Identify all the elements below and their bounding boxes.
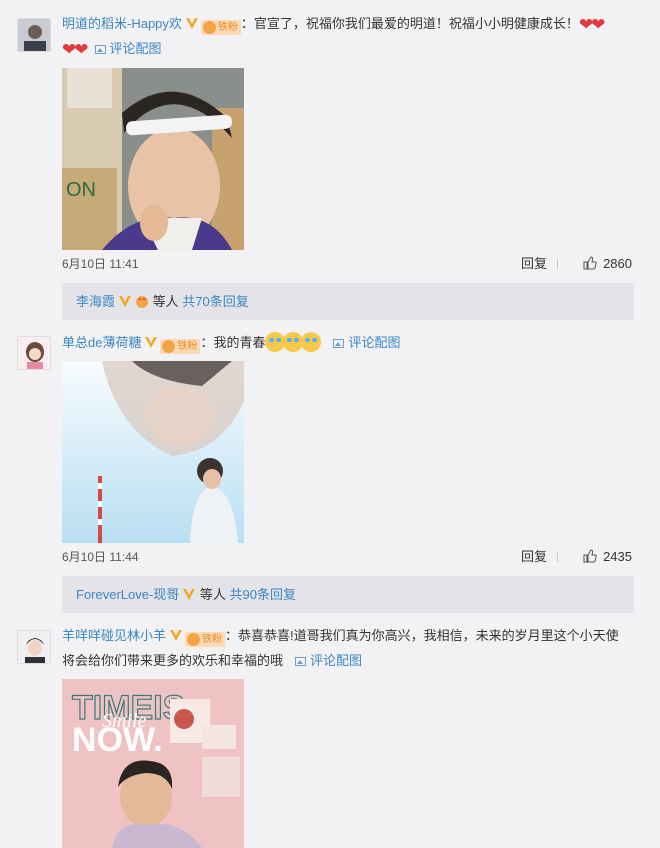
heart-icon: ❤❤ [62,40,88,59]
comment-time: 6月10日 11:44 [62,550,139,564]
verified-v-icon [145,337,158,348]
svg-text:ON: ON [66,179,96,201]
picture-icon [94,45,106,54]
photo-script: Smile [102,710,147,732]
reply-total-link[interactable]: 共90条回复 [230,587,296,602]
comment-line-2: ❤❤ 评论配图 [62,37,648,62]
divider [557,259,558,269]
verified-v-icon [170,630,183,641]
crying-emoji-icon [283,332,304,352]
comment-photo[interactable]: ON [62,68,244,250]
divider [557,552,558,562]
comment-line: 单总de薄荷糖 铁粉 ：我的青春 评论配图 [62,331,648,355]
comment-line: 羊咩咩碰见林小羊 铁粉 ：恭喜恭喜!道哥我们真为你高兴，我相信，未来的岁月里这个小天… [62,624,648,648]
fan-crown-icon [136,296,149,308]
reply-button[interactable]: 回复 [521,547,547,567]
username-link[interactable]: 羊咩咩碰见林小羊 [62,628,166,643]
avatar[interactable] [17,336,51,370]
comment-photo[interactable] [62,361,244,543]
thumbs-up-icon [583,256,597,270]
username-link[interactable]: 单总de薄荷糖 [62,335,141,350]
crying-emoji-icon [265,332,286,352]
reply-total-link[interactable]: 共70条回复 [182,294,248,309]
verified-v-icon [119,296,132,307]
picture-icon [333,339,345,348]
reply-summary[interactable]: 李海霞 等人 共70条回复 [62,283,634,320]
like-button[interactable]: 2860 [583,254,632,274]
reply-username[interactable]: ForeverLove-现哥 [76,587,179,602]
fan-badge[interactable]: 铁粉 [200,20,241,35]
comment-pic-link[interactable]: 评论配图 [94,41,162,56]
fan-badge-icon [162,340,176,353]
comment-photo[interactable]: TIMEIS NOW. Smile [62,679,244,848]
fan-badge-icon [202,21,216,34]
like-button[interactable]: 2435 [583,547,632,567]
reply-summary[interactable]: ForeverLove-现哥 等人 共90条回复 [62,576,634,613]
comment-meta: 6月10日 11:44 回复 2435 [62,547,632,567]
comment-meta: 6月10日 11:41 回复 2860 [62,254,632,274]
reply-suffix: 等人 [196,587,230,602]
reply-username[interactable]: 李海霞 [76,294,115,309]
avatar[interactable] [17,630,51,664]
fan-badge[interactable]: 铁粉 [160,339,201,354]
avatar[interactable] [17,18,51,52]
comment-text-cont: 将会给你们带来更多的欢乐和幸福的哦 [62,653,284,668]
like-count: 2435 [603,549,632,564]
comment-pic-link[interactable]: 评论配图 [295,653,362,668]
comment-line-2: 将会给你们带来更多的欢乐和幸福的哦 评论配图 [62,649,648,673]
reply-suffix: 等人 [149,294,183,309]
heart-icon: ❤❤ [578,15,605,34]
comment-text: ：官宣了，祝福你我们最爱的明道！祝福小小明健康成长！ [240,16,579,31]
username-link[interactable]: 明道的稻米-Happy欢 [62,16,182,31]
picture-icon [295,657,307,666]
comment-text: ：恭喜恭喜!道哥我们真为你高兴，我相信，未来的岁月里这个小天使 [225,628,619,643]
comment-line: 明道的稻米-Happy欢 铁粉 ：官宣了，祝福你我们最爱的明道！祝福小小明健康成长！… [62,12,648,37]
crying-emoji-icon [301,332,322,352]
reply-button[interactable]: 回复 [521,254,547,274]
like-count: 2860 [603,256,632,271]
fan-badge-icon [187,633,201,646]
thumbs-up-icon [583,549,597,563]
comment-text: ：我的青春 [200,335,266,350]
fan-badge[interactable]: 铁粉 [185,632,226,647]
verified-v-icon [183,589,196,600]
comment-time: 6月10日 11:41 [62,257,139,271]
comment-pic-link[interactable]: 评论配图 [333,335,401,350]
verified-v-icon [185,18,198,29]
